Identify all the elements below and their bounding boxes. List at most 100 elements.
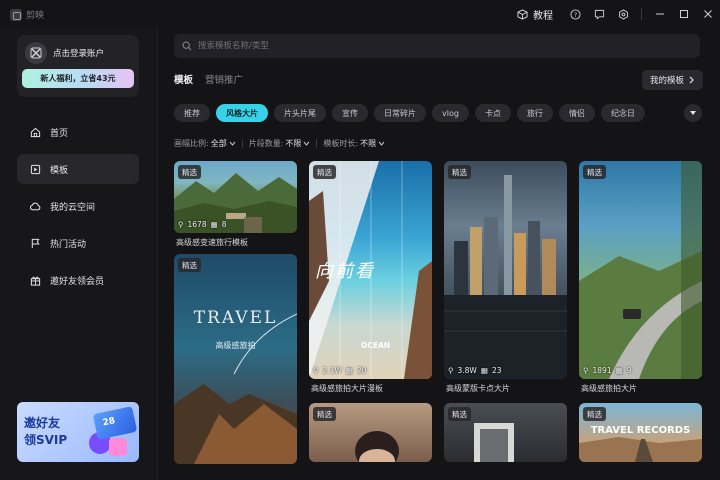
template-thumbnail[interactable]: 精选	[444, 403, 567, 462]
filter-clip-count[interactable]: 片段数量: 不限	[249, 138, 311, 149]
sidebar-item-templates[interactable]: 模板	[17, 154, 139, 184]
sidebar-item-events[interactable]: 热门活动	[17, 228, 139, 258]
filter-label: 模板时长:	[323, 139, 359, 148]
chip-intro-outro[interactable]: 片头片尾	[274, 104, 326, 122]
filter-label: 画幅比例:	[174, 139, 209, 148]
chevron-right-icon	[689, 76, 694, 84]
main-content: 模板 营销推广 我的模板 推荐 风格大片 片头片尾 宣传 日常碎片 vlog 卡…	[159, 28, 720, 480]
my-templates-label: 我的模板	[649, 76, 684, 86]
sidebar-item-invite[interactable]: 邀好友领会员	[17, 265, 139, 295]
gear-icon	[618, 8, 628, 20]
card-stats: ⚲ 2.1W ▦ 20	[313, 366, 366, 375]
featured-badge: 精选	[178, 165, 201, 179]
close-button[interactable]	[696, 5, 720, 23]
tab-templates[interactable]: 模板	[174, 72, 193, 86]
template-thumbnail[interactable]: 精选 ⚲ 1678 ▦ 8	[174, 161, 297, 233]
newcomer-promo-button[interactable]: 新人福利，立省43元	[22, 69, 134, 88]
chip-style[interactable]: 风格大片	[216, 104, 268, 122]
sidebar-item-label: 模板	[50, 165, 69, 176]
filter-aspect-ratio[interactable]: 画幅比例: 全部	[174, 138, 236, 149]
help-icon: ?	[569, 8, 581, 20]
search-input[interactable]	[198, 41, 498, 51]
overlay-title: 向前看	[315, 261, 375, 282]
tutorial-label: 教程	[533, 10, 553, 22]
login-card[interactable]: 点击登录账户 新人福利，立省43元	[17, 35, 139, 97]
template-title: 高级感旅拍大片漫板	[311, 384, 383, 393]
chip-anniversary[interactable]: 纪念日	[600, 104, 645, 122]
template-thumbnail[interactable]: 精选 ⚲ 3.8W ▦ 23	[444, 161, 567, 379]
user-icon: ⚲	[448, 366, 454, 375]
template-thumbnail[interactable]: 精选	[309, 403, 432, 462]
minimize-button[interactable]	[648, 5, 672, 23]
overlay-title: TRAVEL	[193, 308, 278, 328]
invite-svip-banner[interactable]: 邀好友 领SVIP 28	[17, 402, 139, 462]
invite-banner-line1: 邀好友	[24, 416, 61, 430]
invite-banner-line2: 领SVIP	[24, 433, 68, 447]
tab-marketing[interactable]: 营销推广	[205, 72, 243, 86]
chip-couple[interactable]: 情侣	[558, 104, 595, 122]
template-card[interactable]: 精选 ⚲ 1891 ▦ 9 高级感旅拍大片	[579, 161, 702, 401]
search-bar[interactable]	[174, 34, 700, 58]
use-count: 3.8W	[457, 366, 477, 375]
template-thumbnail[interactable]: 精选 ⚲ 1891 ▦ 9	[579, 161, 702, 379]
use-count: 1678	[187, 220, 207, 229]
filter-bar: 画幅比例: 全部 片段数量: 不限 模板时长: 不限	[174, 138, 385, 149]
chip-vlog[interactable]: vlog	[432, 104, 469, 122]
filter-duration[interactable]: 模板时长: 不限	[323, 138, 385, 149]
title-bar-actions: 教程 ?	[517, 5, 720, 23]
template-card[interactable]: 向前看 OCEAN 精选 ⚲ 2.1W ▦ 20 高级感旅拍大片漫板	[309, 161, 432, 401]
chevron-down-icon	[304, 141, 310, 146]
template-card[interactable]: 精选	[444, 403, 567, 462]
tutorial-button[interactable]: 教程	[517, 7, 553, 22]
flag-icon	[29, 237, 41, 249]
featured-badge: 精选	[178, 258, 201, 272]
use-count: 2.1W	[322, 366, 342, 375]
template-card[interactable]: 精选 ⚲ 1678 ▦ 8 高级感变速旅行模板	[174, 161, 297, 251]
user-icon: ⚲	[313, 366, 319, 375]
svg-text:?: ?	[573, 10, 576, 18]
maximize-button[interactable]	[672, 5, 696, 23]
avatar[interactable]	[25, 42, 47, 64]
chip-recommended[interactable]: 推荐	[174, 104, 210, 122]
template-card[interactable]: 精选 ⚲ 3.8W ▦ 23 高级蒙版卡点大片	[444, 161, 567, 401]
title-bar-divider	[641, 8, 642, 20]
my-templates-button[interactable]: 我的模板	[641, 70, 703, 90]
chip-daily[interactable]: 日常碎片	[374, 104, 426, 122]
sidebar-item-cloud[interactable]: 我的云空间	[17, 191, 139, 221]
template-card[interactable]: TRAVEL RECORDS 精选	[579, 403, 702, 462]
vip-card-illustration: 28	[92, 406, 138, 440]
login-link[interactable]: 点击登录账户	[53, 47, 104, 59]
template-thumbnail[interactable]: TRAVEL RECORDS 精选	[579, 403, 702, 462]
filter-value: 不限	[360, 139, 377, 148]
template-card[interactable]: 精选	[309, 403, 432, 462]
clips-icon: ▦	[615, 366, 623, 375]
city-skyline-image	[444, 175, 567, 379]
clip-count: 8	[221, 220, 227, 229]
template-card[interactable]: TRAVEL 高级感旅拍 精选	[174, 254, 297, 464]
help-button[interactable]: ?	[563, 5, 587, 23]
chip-travel[interactable]: 旅行	[516, 104, 553, 122]
template-icon	[29, 163, 41, 175]
chip-promo[interactable]: 宣传	[332, 104, 368, 122]
clips-icon: ▦	[210, 220, 218, 229]
feedback-button[interactable]	[587, 5, 611, 23]
content-tabs: 模板 营销推广	[174, 72, 243, 86]
maximize-icon	[680, 10, 688, 18]
clip-count: 20	[356, 366, 367, 375]
sidebar-item-home[interactable]: 首页	[17, 117, 139, 147]
gift-box-illustration	[109, 438, 127, 456]
template-thumbnail[interactable]: TRAVEL 高级感旅拍 精选	[174, 254, 297, 464]
clip-count: 23	[491, 366, 502, 375]
user-icon: ⚲	[583, 366, 589, 375]
overlay-title: TRAVEL RECORDS	[590, 425, 691, 436]
travel-cliff-image	[174, 313, 297, 464]
filter-label: 片段数量:	[248, 139, 284, 148]
sidebar: 点击登录账户 新人福利，立省43元 首页 模板 我的云空间 热门活动 邀好友领会…	[0, 28, 158, 480]
chip-beat[interactable]: 卡点	[474, 104, 511, 122]
clip-count: 9	[626, 366, 632, 375]
coastal-road-image	[579, 161, 702, 379]
settings-button[interactable]	[611, 5, 635, 23]
template-thumbnail[interactable]: 向前看 OCEAN 精选 ⚲ 2.1W ▦ 20	[309, 161, 432, 379]
more-categories-button[interactable]	[684, 104, 702, 122]
vip-card-value: 28	[101, 416, 117, 429]
